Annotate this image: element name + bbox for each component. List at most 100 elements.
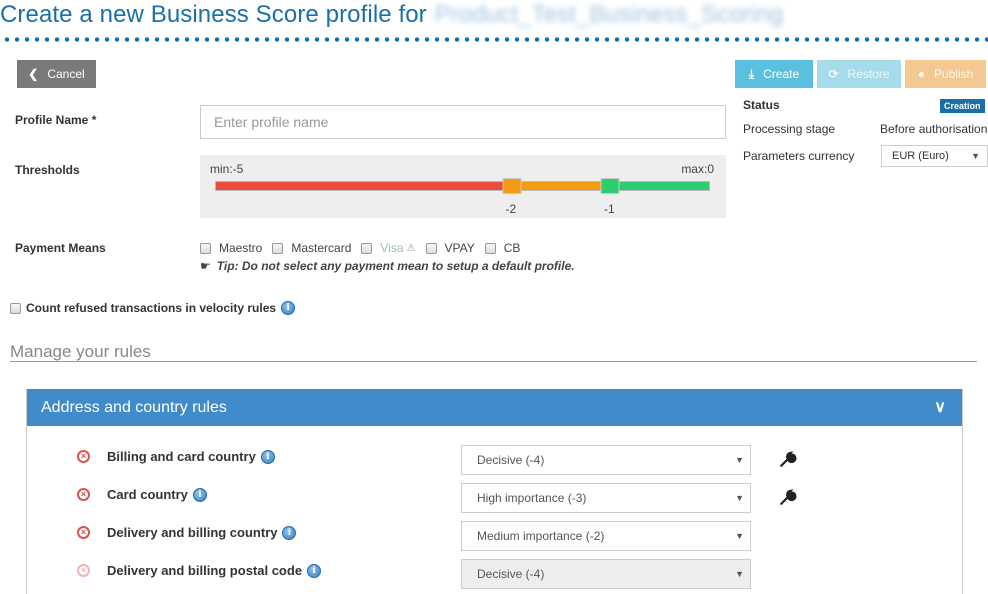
dropdown-arrow-icon: ▼ bbox=[735, 493, 744, 503]
download-circle-icon: ⤓ bbox=[748, 66, 755, 81]
checkbox[interactable] bbox=[361, 242, 373, 254]
cancel-button[interactable]: ❮ Cancel bbox=[17, 60, 96, 88]
checkbox[interactable] bbox=[200, 242, 211, 254]
rule-importance-value: Medium importance (-2) bbox=[477, 529, 605, 543]
publish-button[interactable]: ● Publish bbox=[905, 60, 986, 88]
info-icon[interactable]: i bbox=[307, 563, 322, 578]
threshold-segment-orange bbox=[511, 182, 611, 190]
rule-importance-select[interactable]: Decisive (-4) ▼ bbox=[461, 445, 751, 475]
chevron-down-icon[interactable]: ∨ bbox=[934, 389, 946, 426]
restore-button[interactable]: ⟳ Restore bbox=[817, 60, 901, 88]
count-refused-label: Count refused transactions in velocity r… bbox=[26, 301, 277, 315]
info-icon[interactable]: i bbox=[282, 525, 297, 540]
currency-label: Parameters currency bbox=[743, 149, 855, 163]
currency-value: EUR (Euro) bbox=[892, 150, 949, 162]
payment-mean-label: Mastercard bbox=[291, 241, 352, 255]
processing-stage-label: Processing stage bbox=[743, 122, 836, 136]
checkbox[interactable] bbox=[272, 242, 284, 254]
remove-rule-icon[interactable]: × bbox=[77, 564, 90, 577]
page-title: Create a new Business Score profile for P… bbox=[0, 1, 783, 29]
wrench-icon[interactable] bbox=[779, 450, 797, 468]
profile-name-input[interactable] bbox=[200, 105, 726, 139]
payment-mean-label: VPAY bbox=[444, 241, 475, 255]
rule-name: Card country i bbox=[107, 487, 207, 502]
remove-rule-icon[interactable]: × bbox=[77, 526, 90, 539]
dropdown-arrow-icon: ▼ bbox=[735, 569, 744, 579]
threshold-tick-low: -2 bbox=[505, 202, 517, 216]
rule-importance-select[interactable]: Medium importance (-2) ▼ bbox=[461, 521, 751, 551]
currency-select[interactable]: EUR (Euro) ▼ bbox=[881, 145, 988, 167]
cancel-label: Cancel bbox=[47, 67, 85, 81]
threshold-handle-high[interactable] bbox=[600, 178, 620, 194]
warning-icon: ⚠ bbox=[406, 242, 416, 254]
checkbox[interactable] bbox=[484, 242, 496, 254]
rule-name-text: Billing and card country bbox=[107, 449, 256, 464]
info-icon[interactable]: i bbox=[260, 449, 275, 464]
payment-mean-label: Visa bbox=[380, 241, 404, 255]
create-button[interactable]: ⤓ Create bbox=[735, 60, 813, 88]
thresholds-slider: min:-5 max:0 -2 -1 bbox=[200, 155, 726, 218]
payment-mean-label: Maestro bbox=[219, 241, 263, 255]
payment-means-list: Maestro Mastercard Visa ⚠ VPAY CB bbox=[200, 241, 530, 255]
rule-name: Delivery and billing postal code i bbox=[107, 563, 322, 578]
rule-row: × Delivery and billing postal code i Deci… bbox=[27, 559, 962, 589]
hand-pointer-icon: ☛ bbox=[200, 259, 211, 273]
section-divider bbox=[10, 361, 977, 362]
publish-label: Publish bbox=[933, 67, 974, 81]
info-icon[interactable]: i bbox=[281, 301, 296, 315]
threshold-segment-green bbox=[610, 182, 709, 190]
rule-importance-value: Decisive (-4) bbox=[477, 567, 545, 581]
status-label: Status bbox=[743, 98, 780, 112]
threshold-max-label: max:0 bbox=[681, 162, 714, 176]
info-icon[interactable]: i bbox=[192, 487, 207, 502]
profile-name-label: Profile Name * bbox=[15, 113, 97, 127]
dropdown-arrow-icon: ▼ bbox=[971, 151, 980, 161]
rule-importance-select[interactable]: Decisive (-4) ▼ bbox=[461, 559, 751, 589]
threshold-segment-red bbox=[216, 182, 512, 190]
remove-rule-icon[interactable]: × bbox=[77, 450, 90, 463]
panel-header[interactable]: Address and country rules ∨ bbox=[27, 389, 962, 426]
dropdown-arrow-icon: ▼ bbox=[735, 531, 744, 541]
count-refused-checkbox[interactable] bbox=[10, 302, 21, 314]
threshold-handle-low[interactable] bbox=[502, 178, 522, 194]
chevron-left-icon: ❮ bbox=[28, 67, 39, 81]
profile-target-name: Product_Test_Business_Scoring bbox=[434, 1, 784, 28]
globe-icon: ● bbox=[917, 67, 925, 81]
checkbox[interactable] bbox=[425, 242, 437, 254]
restore-label: Restore bbox=[847, 67, 890, 81]
thresholds-label: Thresholds bbox=[15, 163, 80, 177]
payment-mean-cb[interactable]: CB bbox=[484, 241, 521, 255]
threshold-tick-high: -1 bbox=[604, 202, 615, 216]
payment-mean-vpay[interactable]: VPAY bbox=[425, 241, 475, 255]
payment-mean-label: CB bbox=[503, 241, 521, 255]
rule-row: × Delivery and billing country i Medium i… bbox=[27, 521, 962, 551]
tip-text: Tip: Do not select any payment mean to s… bbox=[216, 259, 575, 273]
status-badge: Creation bbox=[940, 99, 985, 113]
rule-name-text: Delivery and billing country bbox=[107, 525, 278, 540]
rule-row: × Card country i High importance (-3) ▼ bbox=[27, 483, 962, 513]
wrench-icon[interactable] bbox=[779, 488, 797, 506]
remove-rule-icon[interactable]: × bbox=[77, 488, 90, 501]
rule-row: × Billing and card country i Decisive (-4… bbox=[27, 445, 962, 475]
payment-means-label: Payment Means bbox=[15, 241, 106, 255]
processing-stage-value: Before authorisation bbox=[880, 122, 988, 136]
rule-importance-value: High importance (-3) bbox=[477, 491, 587, 505]
rule-name: Delivery and billing country i bbox=[107, 525, 297, 540]
payment-mean-mastercard[interactable]: Mastercard bbox=[272, 241, 351, 255]
panel-title: Address and country rules bbox=[41, 399, 227, 416]
rule-importance-value: Decisive (-4) bbox=[477, 453, 545, 467]
threshold-track bbox=[215, 178, 710, 194]
rule-name: Billing and card country i bbox=[107, 449, 275, 464]
rules-panel: Address and country rules ∨ × Billing an… bbox=[26, 389, 963, 594]
threshold-min-label: min:-5 bbox=[210, 162, 244, 176]
rule-importance-select[interactable]: High importance (-3) ▼ bbox=[461, 483, 751, 513]
count-refused-option[interactable]: Count refused transactions in velocity r… bbox=[10, 301, 296, 315]
payment-mean-maestro[interactable]: Maestro bbox=[200, 241, 262, 255]
payment-mean-visa[interactable]: Visa ⚠ bbox=[361, 241, 416, 255]
dropdown-arrow-icon: ▼ bbox=[735, 455, 744, 465]
rule-name-text: Card country bbox=[107, 487, 188, 502]
refresh-icon: ⟳ bbox=[828, 67, 839, 81]
page-title-text: Create a new Business Score profile for bbox=[0, 1, 427, 28]
title-divider bbox=[2, 37, 988, 42]
section-title: Manage your rules bbox=[10, 342, 151, 361]
